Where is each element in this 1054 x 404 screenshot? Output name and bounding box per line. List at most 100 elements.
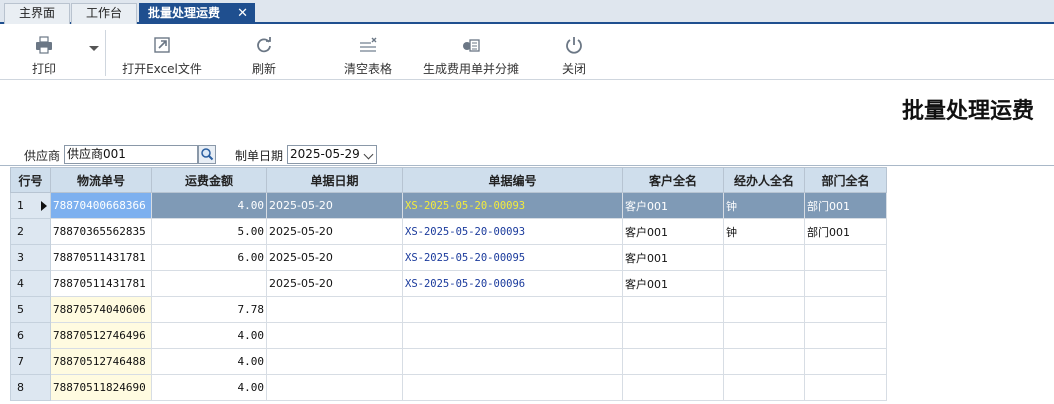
tab-workbench[interactable]: 工作台 (71, 3, 137, 24)
waybill-cell[interactable]: 78870511431781 (50, 270, 152, 297)
row-number: 2 (10, 218, 51, 245)
toolbar: 打印 打开Excel文件 刷新 清空表格 生成费用单并分摊 关闭 (0, 26, 1054, 80)
table-row[interactable]: 5 78870574040606 7.78 (10, 296, 887, 323)
customer-cell[interactable] (622, 348, 724, 375)
col-header-amount[interactable]: 运费金额 (151, 167, 267, 193)
table-row[interactable]: 7 78870512746488 4.00 (10, 348, 887, 375)
row-number: 3 (10, 244, 51, 271)
amount-cell[interactable]: 4.00 (151, 322, 267, 349)
dept-cell[interactable] (804, 374, 887, 401)
date-cell[interactable]: 2025-05-20 (266, 218, 403, 245)
dept-cell[interactable] (804, 244, 887, 271)
date-cell[interactable]: 2025-05-20 (266, 192, 403, 219)
clear-table-label: 清空表格 (343, 62, 392, 76)
tab-main[interactable]: 主界面 (4, 3, 70, 24)
refresh-button[interactable]: 刷新 (242, 26, 286, 80)
table-row[interactable]: 3 78870511431781 6.00 2025-05-20 XS-2025… (10, 244, 887, 271)
dept-cell[interactable] (804, 296, 887, 323)
waybill-cell[interactable]: 78870512746496 (50, 322, 152, 349)
page-title: 批量处理运费 (901, 98, 1034, 124)
dept-cell[interactable]: 部门001 (804, 218, 887, 245)
printer-icon (36, 36, 52, 54)
handler-cell[interactable] (723, 244, 805, 271)
date-cell[interactable] (266, 296, 403, 323)
bill-icon (463, 39, 480, 52)
chevron-down-icon[interactable] (363, 149, 374, 160)
grid-header-row: 行号 物流单号 运费金额 单据日期 单据编号 客户全名 经办人全名 部门全名 (10, 167, 887, 193)
waybill-cell[interactable]: 78870512746488 (50, 348, 152, 375)
date-cell[interactable] (266, 348, 403, 375)
bill-no-cell[interactable]: XS-2025-05-20-00093 (402, 192, 623, 219)
col-header-date[interactable]: 单据日期 (266, 167, 403, 193)
customer-cell[interactable] (622, 296, 724, 323)
table-row[interactable]: 4 78870511431781 2025-05-20 XS-2025-05-2… (10, 270, 887, 297)
amount-cell[interactable] (151, 270, 267, 297)
tab-batch-freight[interactable]: 批量处理运费 ✕ (139, 3, 255, 24)
handler-cell[interactable]: 钟 (723, 218, 805, 245)
close-button[interactable]: 关闭 (552, 26, 596, 80)
supplier-label: 供应商 (24, 149, 61, 163)
handler-cell[interactable] (723, 348, 805, 375)
col-header-customer[interactable]: 客户全名 (622, 167, 724, 193)
generate-bill-button[interactable]: 生成费用单并分摊 (418, 26, 524, 80)
handler-cell[interactable] (723, 374, 805, 401)
waybill-cell[interactable]: 78870400668366 (50, 192, 152, 219)
table-row[interactable]: 2 78870365562835 5.00 2025-05-20 XS-2025… (10, 218, 887, 245)
open-excel-button[interactable]: 打开Excel文件 (118, 26, 206, 80)
waybill-cell[interactable]: 78870511824690 (50, 374, 152, 401)
col-header-waybill[interactable]: 物流单号 (50, 167, 152, 193)
close-tab-icon[interactable]: ✕ (237, 4, 248, 23)
dept-cell[interactable] (804, 270, 887, 297)
dept-cell[interactable]: 部门001 (804, 192, 887, 219)
handler-cell[interactable]: 钟 (723, 192, 805, 219)
customer-cell[interactable]: 客户001 (622, 192, 724, 219)
bill-no-cell[interactable]: XS-2025-05-20-00096 (402, 270, 623, 297)
clear-table-button[interactable]: 清空表格 (338, 26, 398, 80)
col-header-dept[interactable]: 部门全名 (804, 167, 887, 193)
amount-cell[interactable]: 4.00 (151, 374, 267, 401)
table-row[interactable]: 6 78870512746496 4.00 (10, 322, 887, 349)
date-cell[interactable] (266, 374, 403, 401)
col-header-handler[interactable]: 经办人全名 (723, 167, 805, 193)
handler-cell[interactable] (723, 270, 805, 297)
tab-bar: 主界面 工作台 批量处理运费 ✕ (0, 0, 1054, 24)
customer-cell[interactable]: 客户001 (622, 218, 724, 245)
waybill-cell[interactable]: 78870365562835 (50, 218, 152, 245)
customer-cell[interactable] (622, 322, 724, 349)
amount-cell[interactable]: 4.00 (151, 192, 267, 219)
date-picker[interactable]: 2025-05-29 (287, 145, 377, 164)
col-header-row-no[interactable]: 行号 (10, 167, 51, 193)
print-dropdown-arrow-icon[interactable] (89, 46, 99, 51)
date-cell[interactable]: 2025-05-20 (266, 270, 403, 297)
waybill-cell[interactable]: 78870511431781 (50, 244, 152, 271)
amount-cell[interactable]: 4.00 (151, 348, 267, 375)
amount-cell[interactable]: 5.00 (151, 218, 267, 245)
open-excel-label: 打开Excel文件 (122, 62, 202, 76)
table-row[interactable]: 8 78870511824690 4.00 (10, 374, 887, 401)
bill-no-cell[interactable] (402, 322, 623, 349)
supplier-input[interactable]: 供应商001 (64, 145, 198, 164)
customer-cell[interactable] (622, 374, 724, 401)
col-header-bill-no[interactable]: 单据编号 (402, 167, 623, 193)
amount-cell[interactable]: 6.00 (151, 244, 267, 271)
bill-no-cell[interactable] (402, 348, 623, 375)
waybill-cell[interactable]: 78870574040606 (50, 296, 152, 323)
handler-cell[interactable] (723, 296, 805, 323)
date-cell[interactable] (266, 322, 403, 349)
date-value: 2025-05-29 (290, 147, 360, 161)
date-cell[interactable]: 2025-05-20 (266, 244, 403, 271)
bill-no-cell[interactable] (402, 296, 623, 323)
bill-no-cell[interactable]: XS-2025-05-20-00095 (402, 244, 623, 271)
dept-cell[interactable] (804, 322, 887, 349)
customer-cell[interactable]: 客户001 (622, 244, 724, 271)
amount-cell[interactable]: 7.78 (151, 296, 267, 323)
table-row[interactable]: 1 78870400668366 4.00 2025-05-20 XS-2025… (10, 192, 887, 219)
dept-cell[interactable] (804, 348, 887, 375)
supplier-lookup-button[interactable] (198, 145, 216, 164)
bill-no-cell[interactable] (402, 374, 623, 401)
customer-cell[interactable]: 客户001 (622, 270, 724, 297)
bill-no-cell[interactable]: XS-2025-05-20-00093 (402, 218, 623, 245)
print-button[interactable]: 打印 (22, 26, 66, 80)
handler-cell[interactable] (723, 322, 805, 349)
row-pointer-icon (41, 201, 47, 211)
